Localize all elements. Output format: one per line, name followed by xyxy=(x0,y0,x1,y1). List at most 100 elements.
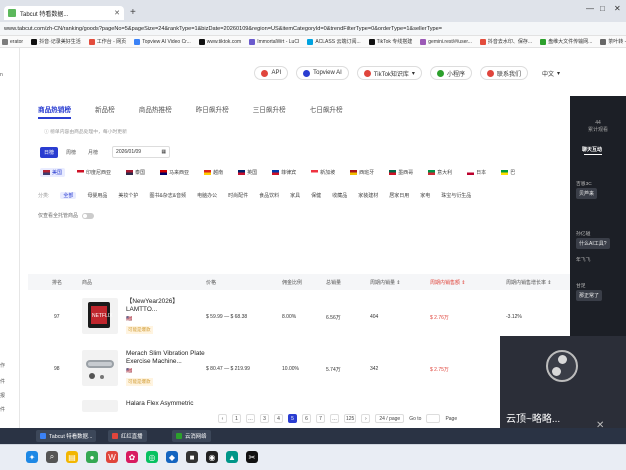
top-nav-pill[interactable]: Topview AI xyxy=(296,66,349,80)
date-picker[interactable]: 2026/01/09 ▦ xyxy=(112,146,171,158)
rank-tab[interactable]: 三日飙升榜 xyxy=(253,104,286,119)
table-row[interactable]: Halara Flex Asymmetric xyxy=(28,398,570,412)
bookmark-item[interactable]: www.tiktok.com xyxy=(198,38,241,45)
region-option[interactable]: 印度尼西亚 xyxy=(74,168,114,177)
top-nav-pill[interactable]: 中文 ▾ xyxy=(535,66,566,80)
category-option[interactable]: 食品饮料 xyxy=(259,192,279,199)
bookmark-item[interactable]: erator xyxy=(2,38,23,45)
category-option[interactable]: 全部 xyxy=(60,192,77,199)
start-icon[interactable]: ✦ xyxy=(26,451,38,463)
region-option[interactable]: 新加坡 xyxy=(308,168,338,177)
bookmark-item[interactable]: 盘维大文件传输网... xyxy=(540,38,592,45)
wps-icon[interactable]: W xyxy=(106,451,118,463)
chrome-icon[interactable]: ● xyxy=(86,451,98,463)
maximize-button[interactable]: □ xyxy=(600,4,605,13)
category-option[interactable]: 家电 xyxy=(420,192,430,199)
col-period-sales[interactable]: 周期内销量 ⇕ xyxy=(370,279,401,286)
region-option[interactable]: 意大利 xyxy=(425,168,455,177)
table-row[interactable]: 97 NETFLIX 【NewYear2026】LAMTTO... 🇺🇸 可能是… xyxy=(28,294,570,344)
bookmark-item[interactable]: 茶叶转 - 云... xyxy=(600,38,626,45)
period-month[interactable]: 月榜 xyxy=(84,147,102,158)
capcut-icon[interactable]: ✂ xyxy=(246,451,258,463)
panel-app[interactable]: 云消网络 xyxy=(172,430,211,442)
page-button[interactable]: 7 xyxy=(316,414,325,423)
explorer-icon[interactable]: ▤ xyxy=(66,451,78,463)
region-option[interactable]: 泰国 xyxy=(123,168,148,177)
category-option[interactable]: 母婴用品 xyxy=(87,192,107,199)
period-day[interactable]: 日榜 xyxy=(40,146,59,158)
page-button[interactable]: 4 xyxy=(274,414,283,423)
product-name[interactable]: Merach Slim Vibration Plate Exercise Mac… xyxy=(126,350,206,366)
table-row[interactable]: 98 Merach Slim Vibration Plate Exercise … xyxy=(28,346,570,396)
category-option[interactable]: 家具 xyxy=(290,192,300,199)
bookmark-item[interactable]: 抖音·记录美好生活 xyxy=(31,38,81,45)
product-thumbnail[interactable]: NETFLIX xyxy=(82,298,118,334)
goto-input[interactable] xyxy=(426,414,441,423)
minimize-button[interactable]: — xyxy=(586,4,594,13)
top-nav-pill[interactable]: TikTok知识库 ▾ xyxy=(356,66,422,80)
category-option[interactable]: 图书&杂志&音频 xyxy=(149,192,186,199)
bookmark-item[interactable]: gemini.rest/#/user... xyxy=(420,38,472,45)
new-tab-button[interactable]: + xyxy=(130,7,136,18)
region-option[interactable]: 美国 xyxy=(40,168,66,177)
category-option[interactable]: 收藏品 xyxy=(332,192,347,199)
address-bar[interactable]: www.tabcut.com/zh-CN/ranking/goods?pageN… xyxy=(0,22,626,36)
tab-close-icon[interactable]: ✕ xyxy=(114,9,120,17)
category-option[interactable]: 珠宝与衍生品 xyxy=(441,192,471,199)
top-nav-pill[interactable]: 小程序 xyxy=(429,66,472,80)
panel-app[interactable]: 红红直播 xyxy=(108,430,147,442)
page-button[interactable]: 125 xyxy=(344,414,357,423)
page-button[interactable]: 6 xyxy=(302,414,311,423)
top-nav-pill[interactable]: 联系我们 xyxy=(479,66,528,80)
category-option[interactable]: 美妆个护 xyxy=(118,192,138,199)
app-teal-icon[interactable]: ▲ xyxy=(226,451,238,463)
region-option[interactable]: 日本 xyxy=(464,168,489,177)
next-page-button[interactable]: › xyxy=(361,414,371,423)
bookmark-item[interactable]: TikTok 专线搭建 xyxy=(368,38,412,45)
product-name[interactable]: Halara Flex Asymmetric xyxy=(126,400,206,408)
category-option[interactable]: 居家日用 xyxy=(389,192,409,199)
app-red-icon[interactable]: ✿ xyxy=(126,451,138,463)
region-option[interactable]: 马来西亚 xyxy=(157,168,192,177)
page-size-select[interactable]: 24 / page xyxy=(375,414,405,423)
page-button[interactable]: 1 xyxy=(232,414,241,423)
bookmark-item[interactable]: Topview AI Video Cr... xyxy=(134,38,191,45)
bookmark-item[interactable]: ACLASS 云端订阅... xyxy=(307,38,361,45)
col-period-revenue[interactable]: 周期内销售额 ⇕ xyxy=(430,279,466,286)
wechat-icon[interactable]: ◎ xyxy=(146,451,158,463)
product-thumbnail[interactable] xyxy=(82,400,118,412)
managed-filter-toggle[interactable] xyxy=(82,212,95,219)
close-window-button[interactable]: ✕ xyxy=(614,4,621,13)
prev-page-button[interactable]: ‹ xyxy=(218,414,227,423)
region-option[interactable]: 西班牙 xyxy=(347,168,377,177)
category-option[interactable]: 时尚配件 xyxy=(228,192,248,199)
page-button[interactable]: … xyxy=(330,414,339,423)
page-button[interactable]: 3 xyxy=(260,414,269,423)
category-option[interactable]: 保健 xyxy=(311,192,321,199)
bookmark-item[interactable]: 工作台 - 网页 xyxy=(88,38,126,45)
rank-tab[interactable]: 商品热推榜 xyxy=(139,104,172,119)
app-dark-icon[interactable]: ■ xyxy=(186,451,198,463)
page-button[interactable]: 5 xyxy=(288,414,297,423)
panel-app[interactable]: Tabcut 特看数据... xyxy=(36,430,97,442)
category-option[interactable]: 电脑办公 xyxy=(197,192,217,199)
region-option[interactable]: 菲律宾 xyxy=(269,168,299,177)
bookmark-item[interactable]: 抖音去水印、保存... xyxy=(479,38,532,45)
rank-tab[interactable]: 商品热销榜 xyxy=(38,104,71,119)
region-option[interactable]: 越南 xyxy=(201,168,226,177)
app-blue-icon[interactable]: ◆ xyxy=(166,451,178,463)
product-name[interactable]: 【NewYear2026】LAMTTO... xyxy=(126,298,206,314)
bookmark-item[interactable]: ImmortalWrt - LuCI xyxy=(249,38,299,45)
region-option[interactable]: 巴 xyxy=(498,168,518,177)
rank-tab[interactable]: 昨日飙升榜 xyxy=(196,104,229,119)
rank-tab[interactable]: 新品榜 xyxy=(95,104,115,119)
product-thumbnail[interactable] xyxy=(82,350,118,386)
top-nav-pill[interactable]: API xyxy=(254,66,289,80)
search-icon[interactable]: ⌕ xyxy=(46,451,58,463)
browser-tab-active[interactable]: Tabcut 特看数据... ✕ xyxy=(4,6,124,20)
region-option[interactable]: 英国 xyxy=(235,168,260,177)
chat-tab[interactable]: 聊天互动 xyxy=(582,146,602,153)
rank-tab[interactable]: 七日飙升榜 xyxy=(310,104,343,119)
obs-icon[interactable]: ◉ xyxy=(206,451,218,463)
page-button[interactable]: … xyxy=(246,414,255,423)
